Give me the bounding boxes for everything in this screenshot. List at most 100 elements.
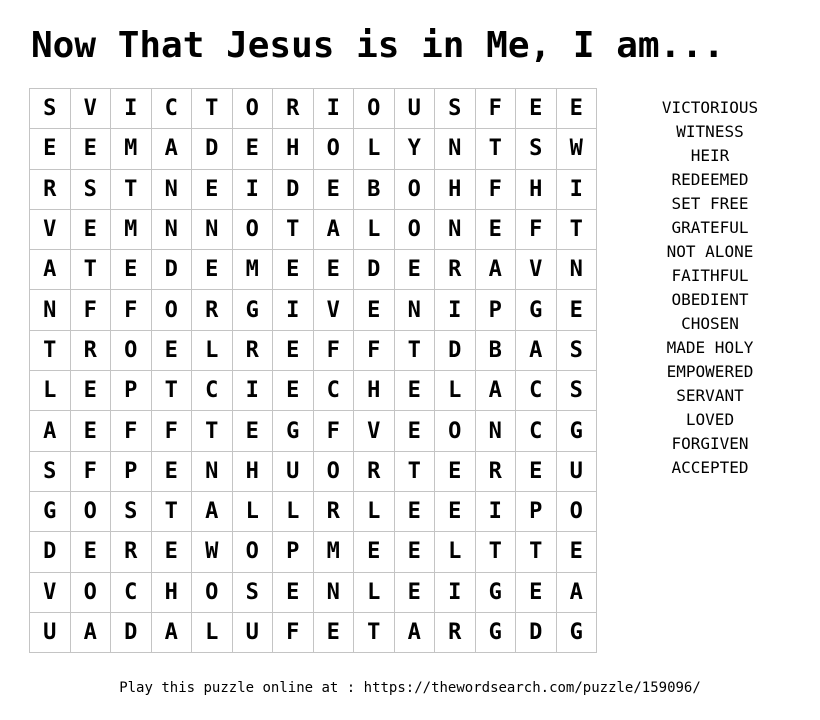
grid-cell[interactable]: C <box>312 370 354 412</box>
grid-cell[interactable]: E <box>191 249 233 291</box>
grid-cell[interactable]: R <box>474 450 516 492</box>
grid-cell[interactable]: M <box>312 531 354 573</box>
grid-cell[interactable]: R <box>69 329 111 372</box>
grid-cell[interactable]: O <box>69 571 111 613</box>
grid-cell[interactable]: V <box>353 410 395 452</box>
grid-cell[interactable]: D <box>515 611 557 654</box>
grid-cell[interactable]: V <box>69 87 111 130</box>
grid-cell[interactable]: T <box>29 329 71 372</box>
grid-cell[interactable]: U <box>555 450 597 492</box>
grid-cell[interactable]: N <box>191 208 233 251</box>
grid-cell[interactable]: C <box>150 87 192 130</box>
grid-cell[interactable]: R <box>29 168 71 210</box>
grid-cell[interactable]: A <box>150 611 192 654</box>
grid-cell[interactable]: E <box>150 531 192 573</box>
grid-cell[interactable]: C <box>110 571 152 613</box>
grid-cell[interactable]: R <box>272 87 314 130</box>
grid-cell[interactable]: O <box>231 208 273 251</box>
grid-cell[interactable]: O <box>231 87 273 130</box>
grid-cell[interactable]: E <box>69 410 111 452</box>
grid-cell[interactable]: N <box>29 289 71 331</box>
grid-cell[interactable]: F <box>474 87 516 130</box>
grid-cell[interactable]: O <box>231 531 273 573</box>
grid-cell[interactable]: E <box>515 571 557 613</box>
grid-cell[interactable]: L <box>191 329 233 372</box>
grid-cell[interactable]: O <box>393 208 435 251</box>
grid-cell[interactable]: A <box>150 128 192 170</box>
grid-cell[interactable]: W <box>555 128 597 170</box>
grid-cell[interactable]: H <box>515 168 557 210</box>
grid-cell[interactable]: C <box>515 410 557 452</box>
grid-cell[interactable]: E <box>393 249 435 291</box>
grid-cell[interactable]: N <box>191 450 233 492</box>
grid-cell[interactable]: G <box>555 611 597 654</box>
grid-cell[interactable]: N <box>555 249 597 291</box>
grid-cell[interactable]: A <box>393 611 435 654</box>
grid-cell[interactable]: R <box>434 249 476 291</box>
grid-cell[interactable]: H <box>353 370 395 412</box>
grid-cell[interactable]: E <box>69 531 111 573</box>
grid-cell[interactable]: H <box>150 571 192 613</box>
grid-cell[interactable]: E <box>555 531 597 573</box>
grid-cell[interactable]: N <box>150 208 192 251</box>
grid-cell[interactable]: C <box>191 370 233 412</box>
grid-cell[interactable]: E <box>110 249 152 291</box>
grid-cell[interactable]: E <box>150 450 192 492</box>
grid-cell[interactable]: P <box>272 531 314 573</box>
grid-cell[interactable]: E <box>272 370 314 412</box>
grid-cell[interactable]: L <box>434 531 476 573</box>
grid-cell[interactable]: T <box>353 611 395 654</box>
grid-cell[interactable]: O <box>150 289 192 331</box>
grid-cell[interactable]: H <box>231 450 273 492</box>
grid-cell[interactable]: S <box>555 370 597 412</box>
grid-cell[interactable]: U <box>29 611 71 654</box>
grid-cell[interactable]: G <box>474 611 516 654</box>
grid-cell[interactable]: T <box>69 249 111 291</box>
grid-cell[interactable]: E <box>191 168 233 210</box>
grid-cell[interactable]: A <box>191 490 233 533</box>
grid-cell[interactable]: D <box>110 611 152 654</box>
grid-cell[interactable]: A <box>29 249 71 291</box>
grid-cell[interactable]: F <box>353 329 395 372</box>
grid-cell[interactable]: E <box>393 531 435 573</box>
grid-cell[interactable]: O <box>191 571 233 613</box>
grid-cell[interactable]: G <box>555 410 597 452</box>
grid-cell[interactable]: A <box>515 329 557 372</box>
grid-cell[interactable]: E <box>434 450 476 492</box>
grid-cell[interactable]: N <box>150 168 192 210</box>
grid-cell[interactable]: O <box>353 87 395 130</box>
grid-cell[interactable]: P <box>515 490 557 533</box>
grid-cell[interactable]: N <box>393 289 435 331</box>
grid-cell[interactable]: L <box>191 611 233 654</box>
grid-cell[interactable]: O <box>393 168 435 210</box>
grid-cell[interactable]: E <box>555 289 597 331</box>
grid-cell[interactable]: M <box>110 128 152 170</box>
grid-cell[interactable]: T <box>474 531 516 573</box>
grid-cell[interactable]: F <box>312 329 354 372</box>
grid-cell[interactable]: A <box>69 611 111 654</box>
grid-cell[interactable]: E <box>312 249 354 291</box>
grid-cell[interactable]: E <box>353 289 395 331</box>
grid-cell[interactable]: T <box>191 410 233 452</box>
grid-cell[interactable]: R <box>110 531 152 573</box>
grid-cell[interactable]: F <box>312 410 354 452</box>
grid-cell[interactable]: E <box>272 571 314 613</box>
grid-cell[interactable]: M <box>231 249 273 291</box>
grid-cell[interactable]: R <box>353 450 395 492</box>
grid-cell[interactable]: D <box>191 128 233 170</box>
grid-cell[interactable]: H <box>434 168 476 210</box>
grid-cell[interactable]: A <box>555 571 597 613</box>
grid-cell[interactable]: M <box>110 208 152 251</box>
grid-cell[interactable]: D <box>272 168 314 210</box>
grid-cell[interactable]: E <box>272 249 314 291</box>
grid-cell[interactable]: F <box>272 611 314 654</box>
grid-cell[interactable]: L <box>29 370 71 412</box>
grid-cell[interactable]: O <box>69 490 111 533</box>
grid-cell[interactable]: F <box>110 410 152 452</box>
grid-cell[interactable]: B <box>474 329 516 372</box>
grid-cell[interactable]: L <box>353 490 395 533</box>
grid-cell[interactable]: R <box>434 611 476 654</box>
grid-cell[interactable]: A <box>29 410 71 452</box>
grid-cell[interactable]: V <box>29 208 71 251</box>
grid-cell[interactable]: I <box>110 87 152 130</box>
